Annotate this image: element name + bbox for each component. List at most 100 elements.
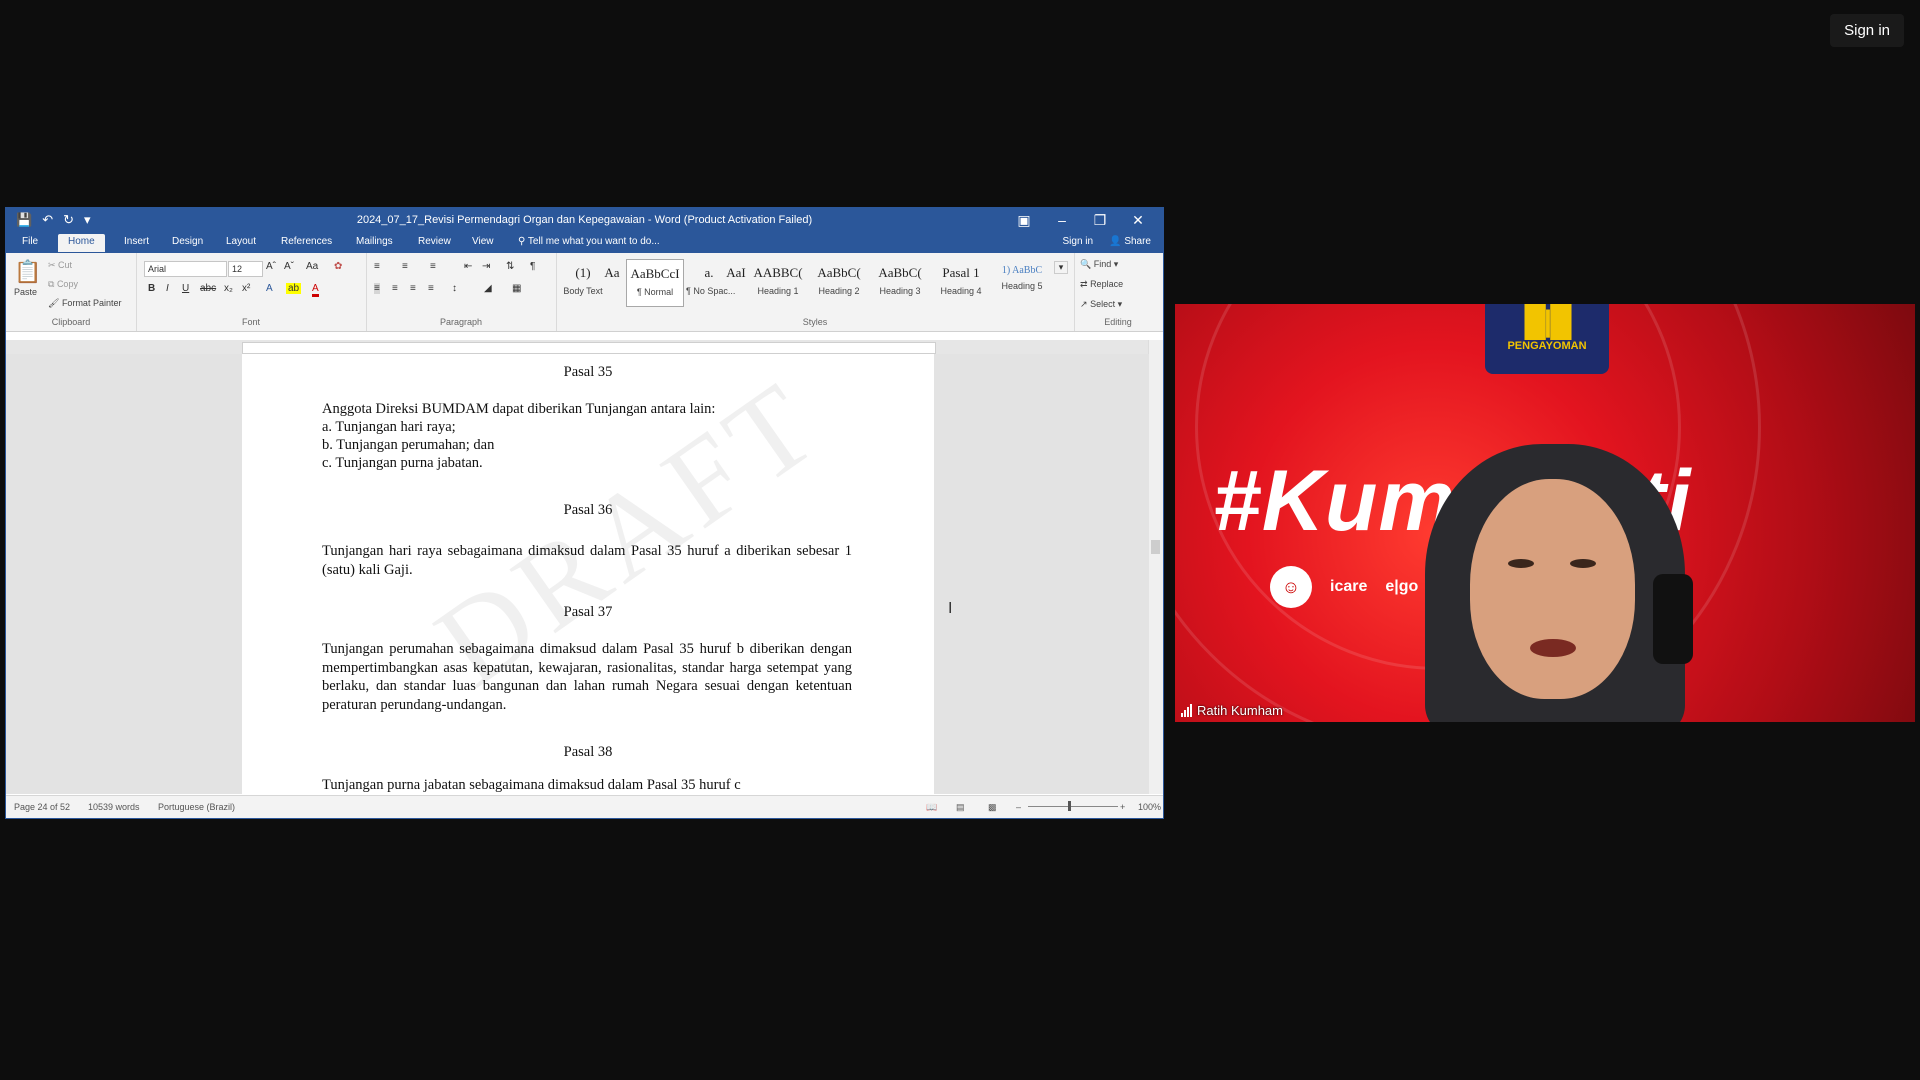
find-label: Find	[1093, 259, 1112, 269]
text-effects-icon[interactable]: A	[266, 283, 273, 294]
tab-mailings[interactable]: Mailings	[356, 236, 393, 247]
style-body-text[interactable]: (1) Body Text	[560, 259, 606, 305]
styles-more-icon[interactable]: ▾	[1054, 261, 1068, 274]
font-color-icon[interactable]: A	[312, 283, 319, 297]
tab-file[interactable]: File	[22, 236, 38, 247]
tab-design[interactable]: Design	[172, 236, 203, 247]
superscript-icon[interactable]: x²	[242, 283, 250, 294]
tab-references[interactable]: References	[281, 236, 332, 247]
format-painter-button[interactable]: 🖌 Format Painter	[48, 298, 121, 309]
minimize-button[interactable]: –	[1043, 210, 1081, 230]
increase-indent-icon[interactable]: ⇥	[482, 261, 490, 272]
show-marks-icon[interactable]: ¶	[530, 261, 535, 272]
align-left-icon[interactable]: ≡	[374, 283, 380, 294]
style-normal[interactable]: AaBbCcI ¶ Normal	[626, 259, 684, 307]
style-heading-3[interactable]: AaBbC(Heading 3	[872, 259, 928, 305]
tab-home[interactable]: Home	[58, 234, 105, 252]
sort-icon[interactable]: ⇅	[506, 261, 514, 272]
tell-me-text: Tell me what you want to do...	[527, 236, 660, 247]
multilevel-list-icon[interactable]: ≡	[430, 261, 436, 272]
icare-logo: icare	[1330, 578, 1368, 595]
search-icon: 🔍	[1080, 259, 1092, 269]
tab-layout[interactable]: Layout	[226, 236, 256, 247]
select-button[interactable]: ↗ Select ▾	[1080, 299, 1122, 310]
person-icon: 👤	[1109, 236, 1125, 247]
print-layout-icon[interactable]: ▤	[956, 802, 965, 813]
decrease-indent-icon[interactable]: ⇤	[464, 261, 472, 272]
select-icon: ↗	[1080, 299, 1088, 309]
page-count[interactable]: Page 24 of 52	[14, 802, 70, 812]
restore-button[interactable]: ❐	[1081, 210, 1119, 230]
tab-review[interactable]: Review	[418, 236, 451, 247]
share-button[interactable]: 👤 Share	[1109, 236, 1151, 247]
borders-icon[interactable]: ▦	[512, 283, 521, 294]
font-group: Arial 12 Aˆ Aˇ Aa ✿ B I U abc x₂ x² A ab…	[136, 253, 367, 331]
window-title: 2024_07_17_Revisi Permendagri Organ dan …	[356, 214, 813, 226]
window-controls: ▣ – ❐ ✕	[1005, 210, 1157, 230]
style-unnamed-2[interactable]: AaI	[724, 259, 748, 305]
paste-icon[interactable]: 📋	[14, 259, 41, 285]
shading-icon[interactable]: ◢	[484, 283, 492, 294]
tab-insert[interactable]: Insert	[124, 236, 149, 247]
style-heading-2[interactable]: AaBbC(Heading 2	[811, 259, 867, 305]
font-name-select[interactable]: Arial	[144, 261, 227, 277]
editing-label: Editing	[1104, 317, 1132, 327]
web-layout-icon[interactable]: ▩	[988, 802, 997, 813]
word-count[interactable]: 10539 words	[88, 802, 140, 812]
vertical-scrollbar[interactable]	[1148, 340, 1163, 794]
align-center-icon[interactable]: ≡	[392, 283, 398, 294]
find-button[interactable]: 🔍 Find ▾	[1080, 259, 1118, 270]
zoom-level[interactable]: 100%	[1138, 802, 1161, 812]
style-heading-1[interactable]: AABBC(Heading 1	[750, 259, 806, 305]
strikethrough-icon[interactable]: abc	[200, 283, 216, 294]
justify-icon[interactable]: ≡	[428, 283, 434, 294]
bold-icon[interactable]: B	[148, 283, 155, 294]
italic-icon[interactable]: I	[166, 283, 169, 294]
ribbon-display-icon[interactable]: ▣	[1005, 210, 1043, 230]
grow-font-icon[interactable]: Aˆ	[266, 261, 276, 272]
participant-video-tile[interactable]: █|█ PENGAYOMAN #Kum Pasti ☺ icare e|go R…	[1175, 304, 1915, 722]
paragraph-label: Paragraph	[439, 317, 483, 327]
paste-label[interactable]: Paste	[14, 287, 37, 297]
title-bar: 💾 ↶ ↻ ▾ 2024_07_17_Revisi Permendagri Or…	[6, 208, 1163, 233]
tell-me-box[interactable]: ⚲ Tell me what you want to do...	[518, 236, 660, 247]
zoom-slider[interactable]	[1028, 806, 1118, 807]
ruler[interactable]	[6, 340, 1163, 354]
zoom-slider-thumb[interactable]	[1068, 801, 1071, 811]
font-size-select[interactable]: 12	[228, 261, 263, 277]
ribbon-sign-in-link[interactable]: Sign in	[1063, 236, 1094, 247]
zoom-out-icon[interactable]: –	[1016, 802, 1021, 812]
change-case-icon[interactable]: Aa	[306, 261, 318, 272]
ruler-scale[interactable]	[242, 342, 936, 354]
select-label: Select	[1090, 299, 1116, 309]
scrollbar-thumb[interactable]	[1151, 540, 1160, 554]
pasal-35-intro: Anggota Direksi BUMDAM dapat diberikan T…	[322, 401, 716, 417]
paragraph-group: ≡ ≡ ≡ ⇤ ⇥ ⇅ ¶ ≡ ≡ ≡ ≡ ↕ ◢ ▦ Paragraph	[366, 253, 557, 331]
underline-icon[interactable]: U	[182, 283, 189, 294]
subscript-icon[interactable]: x₂	[224, 283, 233, 294]
cut-button[interactable]: ✂ Cut	[48, 260, 72, 271]
style-sample: AaBbCcI	[630, 266, 680, 281]
language-indicator[interactable]: Portuguese (Brazil)	[158, 802, 235, 812]
shrink-font-icon[interactable]: Aˇ	[284, 261, 294, 272]
line-spacing-icon[interactable]: ↕	[452, 283, 457, 294]
replace-button[interactable]: ⇄ Replace	[1080, 279, 1123, 290]
clear-formatting-icon[interactable]: ✿	[334, 261, 342, 272]
copy-button[interactable]: ⧉ Copy	[48, 279, 78, 290]
highlight-icon[interactable]: ab	[286, 283, 302, 294]
document-area[interactable]: DRAFT Pasal 35 Anggota Direksi BUMDAM da…	[6, 354, 1149, 794]
bullets-icon[interactable]: ≡	[374, 261, 380, 272]
style-heading-4[interactable]: Pasal 1 Heading 4	[933, 259, 989, 305]
style-unnamed-1[interactable]: Aa	[602, 259, 622, 305]
tab-view[interactable]: View	[472, 236, 494, 247]
document-page[interactable]: DRAFT Pasal 35 Anggota Direksi BUMDAM da…	[242, 354, 934, 794]
close-button[interactable]: ✕	[1119, 210, 1157, 230]
read-mode-icon[interactable]: 📖	[926, 802, 937, 813]
zoom-in-icon[interactable]: +	[1120, 802, 1125, 812]
style-heading-5[interactable]: 1) AaBbC Heading 5	[994, 259, 1050, 305]
pasal-36-heading: Pasal 36	[563, 502, 613, 518]
numbering-icon[interactable]: ≡	[402, 261, 408, 272]
sign-in-button[interactable]: Sign in	[1830, 14, 1904, 47]
pasal-37-text: Tunjangan perumahan sebagaimana dimaksud…	[322, 641, 852, 713]
align-right-icon[interactable]: ≡	[410, 283, 416, 294]
